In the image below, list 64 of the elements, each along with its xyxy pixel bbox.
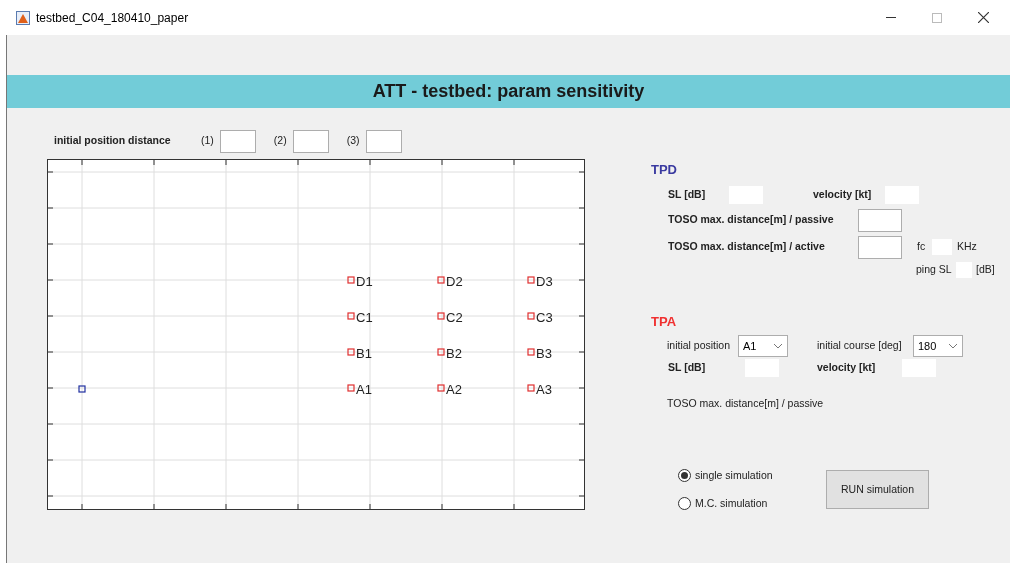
square-marker-icon: [347, 276, 355, 284]
marker-label: D1: [356, 274, 373, 289]
square-marker-icon: [527, 348, 535, 356]
square-marker-icon: [347, 348, 355, 356]
marker-label: A2: [446, 382, 462, 397]
marker-label: B2: [446, 346, 462, 361]
section-title: TPA: [651, 312, 678, 331]
unit-label: [dB]: [976, 261, 995, 277]
marker-label: D2: [446, 274, 463, 289]
field-label: TOSO max. distance[m] / active: [668, 239, 826, 255]
square-marker-icon: [527, 384, 535, 392]
field-label: fc: [917, 239, 927, 255]
window-title: testbed_C04_180410_paper: [36, 9, 189, 27]
chevron-down-icon: [773, 343, 783, 349]
input-field[interactable]: [365, 129, 402, 153]
marker-label: C3: [536, 310, 553, 325]
app-icon: [16, 10, 30, 25]
dropdown[interactable]: 180: [913, 335, 963, 357]
field-label: (1): [201, 133, 214, 149]
radio-button[interactable]: [678, 496, 691, 510]
dropdown[interactable]: A1: [738, 335, 788, 357]
maximize-icon: [932, 12, 942, 23]
minimize-icon: [886, 17, 896, 18]
square-marker-icon: [347, 312, 355, 320]
field-label: (3): [346, 133, 360, 149]
square-marker-icon: [78, 385, 86, 393]
input-field[interactable]: [858, 208, 902, 232]
input-field[interactable]: [292, 129, 329, 153]
close-icon: [977, 12, 989, 23]
marker-label: A3: [536, 382, 552, 397]
radio-button[interactable]: [678, 469, 691, 483]
marker-label: D3: [536, 274, 553, 289]
field-label: ping SL: [916, 261, 953, 277]
chevron-down-icon: [948, 343, 958, 349]
field-label: initial position distance: [54, 133, 172, 149]
marker-label: C1: [356, 310, 373, 325]
field-label: TOSO max. distance[m] / passive: [668, 212, 835, 228]
field-label: velocity [kt]: [813, 186, 873, 202]
marker-label: B1: [356, 346, 372, 361]
field-label: velocity [kt]: [817, 360, 877, 376]
run-button[interactable]: RUN simulation: [826, 470, 929, 509]
field-label: SL [dB]: [668, 360, 707, 376]
square-marker-icon: [437, 276, 445, 284]
radio-option[interactable]: M.C. simulation: [678, 495, 826, 512]
square-marker-icon: [437, 312, 445, 320]
square-marker-icon: [437, 384, 445, 392]
square-marker-icon: [347, 384, 355, 392]
unit-label: KHz: [957, 239, 977, 255]
field-label: (2): [273, 133, 287, 149]
marker-label: C2: [446, 310, 463, 325]
radio-option[interactable]: single simulation: [678, 467, 826, 484]
marker-label: A1: [356, 382, 372, 397]
field-label: initial course [deg]: [817, 338, 903, 354]
field-label: initial position: [667, 338, 732, 354]
square-marker-icon: [527, 312, 535, 320]
input-field[interactable]: [219, 129, 256, 153]
header-title: ATT - testbed: param sensitivity: [372, 80, 645, 103]
input-field[interactable]: [858, 235, 902, 259]
square-marker-icon: [527, 276, 535, 284]
marker-label: B3: [536, 346, 552, 361]
square-marker-icon: [437, 348, 445, 356]
field-label: SL [dB]: [668, 186, 707, 202]
field-label: TOSO max. distance[m] / passive: [666, 396, 825, 411]
section-title: TPD: [651, 161, 678, 179]
